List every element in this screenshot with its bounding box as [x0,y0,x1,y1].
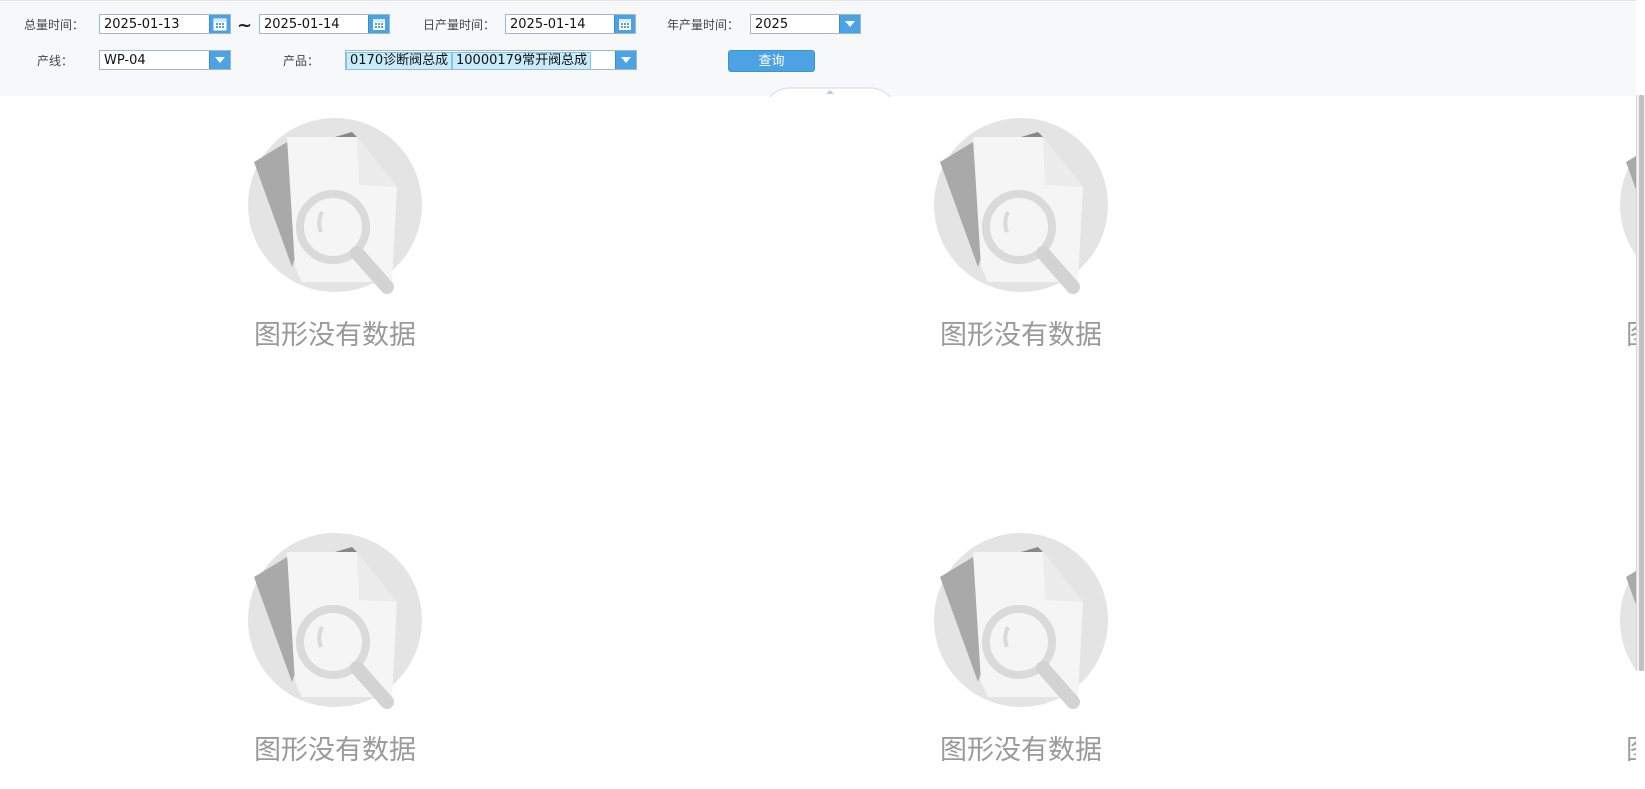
main-area: 总量时间： 2025-01-13 ~ 2025-01-14 日产量时间： 202… [0,0,1636,789]
calendar-icon[interactable] [209,15,230,33]
line-value: WP-04 [104,53,146,68]
no-data-text: 图形没有数据 [254,735,416,766]
year-time-select[interactable]: 2025 [750,14,861,34]
range-separator: ~ [237,15,253,36]
chevron-down-icon[interactable] [839,15,860,33]
no-data-illustration [933,117,1109,297]
chevron-down-icon[interactable] [209,51,230,69]
no-data-illustration [1619,117,1636,297]
product-tag[interactable]: 0170诊断阀总成 [346,52,453,69]
total-time-end-value: 2025-01-14 [264,17,340,32]
total-time-label: 总量时间： [24,18,85,32]
no-data-text: 图形没有数据 [254,320,416,351]
daily-time-field[interactable]: 2025-01-14 [505,14,636,34]
collapse-toggle[interactable] [768,87,892,97]
total-time-end-field[interactable]: 2025-01-14 [259,14,390,34]
no-data-text: 图形没有数据 [940,735,1102,766]
no-data-illustration [247,117,423,297]
chart-panel: 图形没有数据 [933,117,1193,351]
chart-panel: 图形没有数据 [1619,117,1636,351]
line-select[interactable]: WP-04 [99,50,231,70]
chevron-down-icon[interactable] [615,51,636,69]
chart-panel: 图形没有数据 [247,532,507,766]
no-data-illustration [247,532,423,712]
scrollbar-thumb[interactable] [1639,95,1644,671]
query-button[interactable]: 查询 [728,50,815,72]
no-data-text: 图形没有数据 [1619,313,1636,352]
vertical-scrollbar[interactable] [1636,95,1645,671]
no-data-text: 图形没有数据 [940,320,1102,351]
product-label: 产品： [283,54,320,68]
chart-panel: 图形没有数据 [933,532,1193,766]
no-data-text: 图形没有数据 [1619,728,1636,767]
year-time-label: 年产量时间： [667,18,740,32]
line-label: 产线： [37,54,74,68]
calendar-icon[interactable] [368,15,389,33]
year-time-value: 2025 [755,17,789,32]
no-data-illustration [933,532,1109,712]
chart-panel: 图形没有数据 [247,117,507,351]
total-time-start-value: 2025-01-13 [104,17,180,32]
calendar-icon[interactable] [614,15,635,33]
daily-time-label: 日产量时间： [423,18,496,32]
daily-time-value: 2025-01-14 [510,17,586,32]
no-data-illustration [1619,532,1636,712]
total-time-start-field[interactable]: 2025-01-13 [99,14,231,34]
filter-bar: 总量时间： 2025-01-13 ~ 2025-01-14 日产量时间： 202… [0,0,1636,97]
product-multiselect[interactable]: 0170诊断阀总成 10000179常开阀总成 [345,50,637,70]
product-tag[interactable]: 10000179常开阀总成 [452,52,592,69]
chart-panel: 图形没有数据 [1619,532,1636,766]
